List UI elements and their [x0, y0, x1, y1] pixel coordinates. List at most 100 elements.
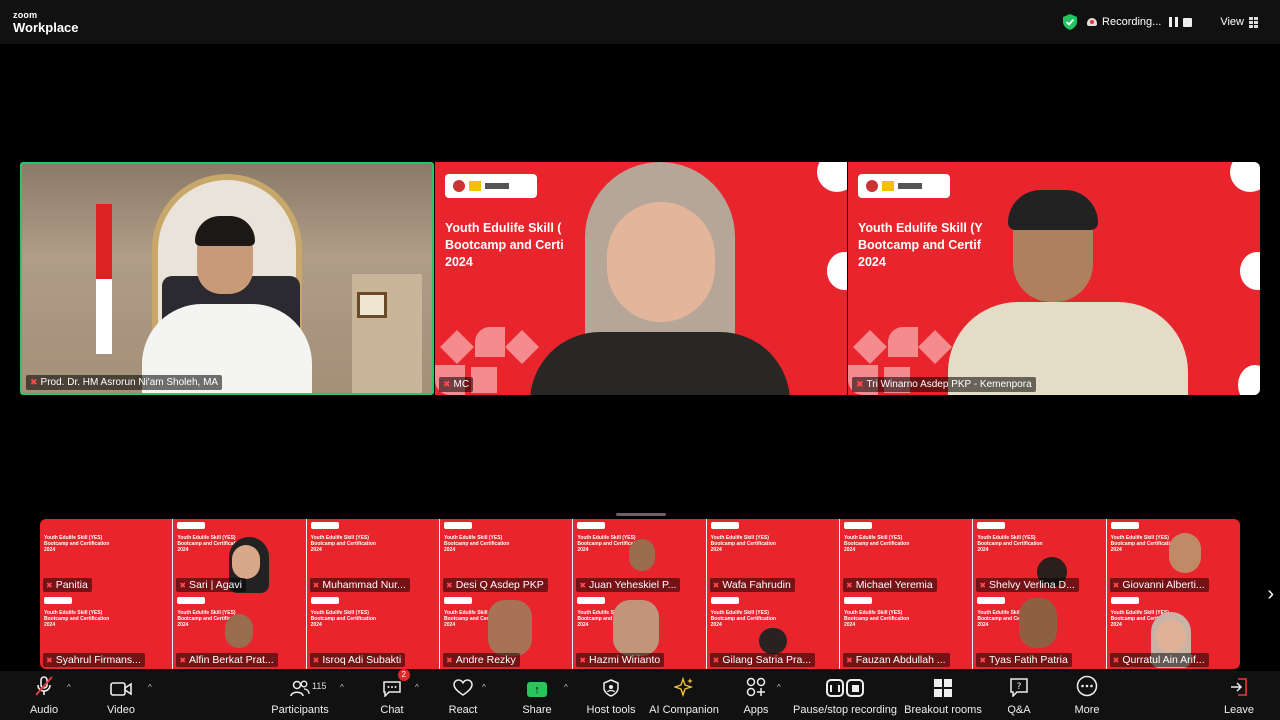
gallery-name-tag: ✖ Wafa Fahrudin	[709, 578, 795, 592]
video-tile-speaker-3[interactable]: Youth Edulife Skill (Y Bootcamp and Cert…	[848, 162, 1260, 395]
mic-muted-icon: ✖	[46, 655, 53, 665]
gallery-tile[interactable]: Youth Edulife Skill (YES) Bootcamp and C…	[839, 594, 974, 669]
mic-muted-icon: ✖	[845, 655, 853, 665]
gallery-name-tag: ✖ Giovanni Alberti...	[1109, 578, 1209, 592]
host-tools-button[interactable]: Host tools	[586, 671, 636, 720]
mic-muted-icon: ✖	[856, 379, 864, 389]
share-button[interactable]: ↑ Share	[522, 671, 552, 720]
gallery-name-tag: ✖ Alfin Berkat Prat...	[176, 653, 278, 667]
participant-name: Michael Yeremia	[855, 579, 933, 591]
shield-check-icon[interactable]	[1063, 14, 1078, 30]
decorative-shape	[817, 162, 847, 192]
gallery-tile[interactable]: Youth Edulife Skill (YES) Bootcamp and C…	[1106, 519, 1240, 594]
participants-button[interactable]: 115 Participants	[270, 671, 330, 720]
leave-button[interactable]: Leave	[1224, 671, 1254, 720]
resize-handle[interactable]	[616, 513, 666, 516]
stop-icon[interactable]	[1183, 17, 1193, 27]
decorative-shape	[1238, 365, 1260, 395]
react-options-chevron-icon[interactable]: ^	[482, 683, 486, 692]
leave-door-icon	[1228, 671, 1250, 697]
gallery-tile[interactable]: Youth Edulife Skill (YES) Bootcamp and C…	[173, 519, 307, 594]
brand-bottom: Workplace	[13, 20, 79, 35]
mic-muted-icon: ✖	[312, 655, 320, 665]
participants-options-chevron-icon[interactable]: ^	[340, 683, 344, 692]
participant-name: Alfin Berkat Prat...	[189, 654, 274, 666]
event-title: Youth Edulife Skill (YES) Bootcamp and C…	[310, 610, 376, 628]
participant-face	[232, 545, 261, 579]
svg-text:?: ?	[1017, 682, 1022, 692]
ai-companion-button[interactable]: AI Companion	[649, 671, 719, 720]
decorative-shape	[827, 252, 847, 290]
qa-button[interactable]: ? Q&A	[1006, 671, 1032, 720]
participant-name: Prod. Dr. HM Asrorun Ni'am Sholeh, MA	[40, 377, 219, 388]
chat-options-chevron-icon[interactable]: ^	[415, 683, 419, 692]
gallery-tile[interactable]: Youth Edulife Skill (YES) Bootcamp and C…	[306, 594, 440, 669]
video-label: Video	[107, 704, 135, 716]
recording-indicator[interactable]: Recording...	[1087, 16, 1193, 28]
gallery-name-tag: ✖ Muhammad Nur...	[309, 578, 410, 592]
video-tile-speaker-1[interactable]: ✖ Prod. Dr. HM Asrorun Ni'am Sholeh, MA	[20, 162, 434, 395]
gallery-next-chevron-icon[interactable]: ›	[1267, 583, 1274, 606]
participant-name: Tri Winarno Asdep PKP - Kemenpora	[866, 379, 1032, 390]
mic-muted-icon: ✖	[845, 580, 853, 590]
participant-name: Andre Rezky	[455, 654, 516, 666]
chat-button[interactable]: 2 Chat	[378, 669, 410, 720]
video-tile-speaker-2[interactable]: Youth Edulife Skill ( Bootcamp and Certi…	[435, 162, 847, 395]
share-options-chevron-icon[interactable]: ^	[564, 683, 568, 692]
share-screen-icon: ↑	[527, 671, 547, 697]
zoom-logo: zoom Workplace	[13, 11, 79, 35]
audio-button[interactable]: Audio	[30, 671, 58, 720]
participant-face	[1168, 533, 1201, 573]
event-logo	[177, 597, 206, 604]
video-button[interactable]: Video	[104, 671, 138, 720]
gallery-tile[interactable]: Youth Edulife Skill (YES) Bootcamp and C…	[706, 519, 840, 594]
mic-muted-icon: ✖	[46, 580, 53, 590]
gallery-name-tag: ✖ Tyas Fatih Patria	[976, 653, 1072, 667]
participant-name: Panitia	[55, 579, 88, 591]
participants-count: 115	[312, 681, 327, 691]
participant-name: Sari | Agavi	[189, 579, 242, 591]
audio-label: Audio	[29, 704, 59, 716]
event-logo	[577, 522, 606, 529]
gallery-tile[interactable]: Youth Edulife Skill (YES) Bootcamp and C…	[573, 594, 707, 669]
pause-stop-recording-button[interactable]: Pause/stop recording	[793, 671, 897, 720]
participant-name: Wafa Fahrudin	[722, 579, 791, 591]
gallery-tile[interactable]: Youth Edulife Skill (YES) Bootcamp and C…	[306, 519, 440, 594]
gallery-tile[interactable]: Youth Edulife Skill (YES) Bootcamp and C…	[439, 594, 574, 669]
host-tools-label: Host tools	[586, 704, 636, 716]
audio-options-chevron-icon[interactable]: ^	[67, 683, 71, 692]
apps-label: Apps	[743, 704, 769, 716]
event-title: Youth Edulife Skill (YES) Bootcamp and C…	[843, 610, 910, 628]
gallery-tile[interactable]: Youth Edulife Skill (YES) Bootcamp and C…	[573, 519, 707, 594]
gallery-tile[interactable]: Youth Edulife Skill (YES) Bootcamp and C…	[173, 594, 307, 669]
gallery-tile[interactable]: Youth Edulife Skill (YES) Bootcamp and C…	[40, 519, 174, 594]
recording-label: Recording...	[1102, 16, 1162, 28]
apps-button[interactable]: Apps	[742, 671, 770, 720]
breakout-rooms-button[interactable]: Breakout rooms	[904, 671, 982, 720]
more-button[interactable]: More	[1072, 671, 1102, 720]
gallery-tile[interactable]: Youth Edulife Skill (YES) Bootcamp and C…	[40, 594, 174, 669]
react-button[interactable]: React	[448, 671, 478, 720]
apps-options-chevron-icon[interactable]: ^	[777, 683, 781, 692]
gallery-tile[interactable]: Youth Edulife Skill (YES) Bootcamp and C…	[439, 519, 574, 594]
event-logo	[577, 597, 606, 604]
chat-unread-badge: 2	[397, 669, 410, 681]
mic-muted-icon: ✖	[712, 655, 720, 665]
event-logo	[858, 174, 950, 198]
mic-muted-icon: ✖	[1112, 580, 1120, 590]
event-logo	[710, 522, 739, 529]
participant-face	[1155, 620, 1186, 652]
gallery-strip: Youth Edulife Skill (YES) Bootcamp and C…	[40, 519, 1240, 669]
participant-hair	[1008, 190, 1098, 230]
gallery-tile[interactable]: Youth Edulife Skill (YES) Bootcamp and C…	[706, 594, 840, 669]
event-title: Youth Edulife Skill (YES) Bootcamp and C…	[843, 535, 910, 553]
gallery-tile[interactable]: Youth Edulife Skill (YES) Bootcamp and C…	[839, 519, 974, 594]
pause-icon[interactable]	[1169, 17, 1179, 27]
event-title: Youth Edulife Skill (YES) Bootcamp and C…	[977, 535, 1043, 553]
gallery-tile[interactable]: Youth Edulife Skill (YES) Bootcamp and C…	[973, 594, 1107, 669]
view-button[interactable]: View	[1220, 16, 1258, 28]
participant-name: Tyas Fatih Patria	[989, 654, 1068, 666]
video-options-chevron-icon[interactable]: ^	[148, 683, 152, 692]
gallery-tile[interactable]: Youth Edulife Skill (YES) Bootcamp and C…	[973, 519, 1107, 594]
gallery-tile[interactable]: Youth Edulife Skill (YES) Bootcamp and C…	[1106, 594, 1240, 669]
